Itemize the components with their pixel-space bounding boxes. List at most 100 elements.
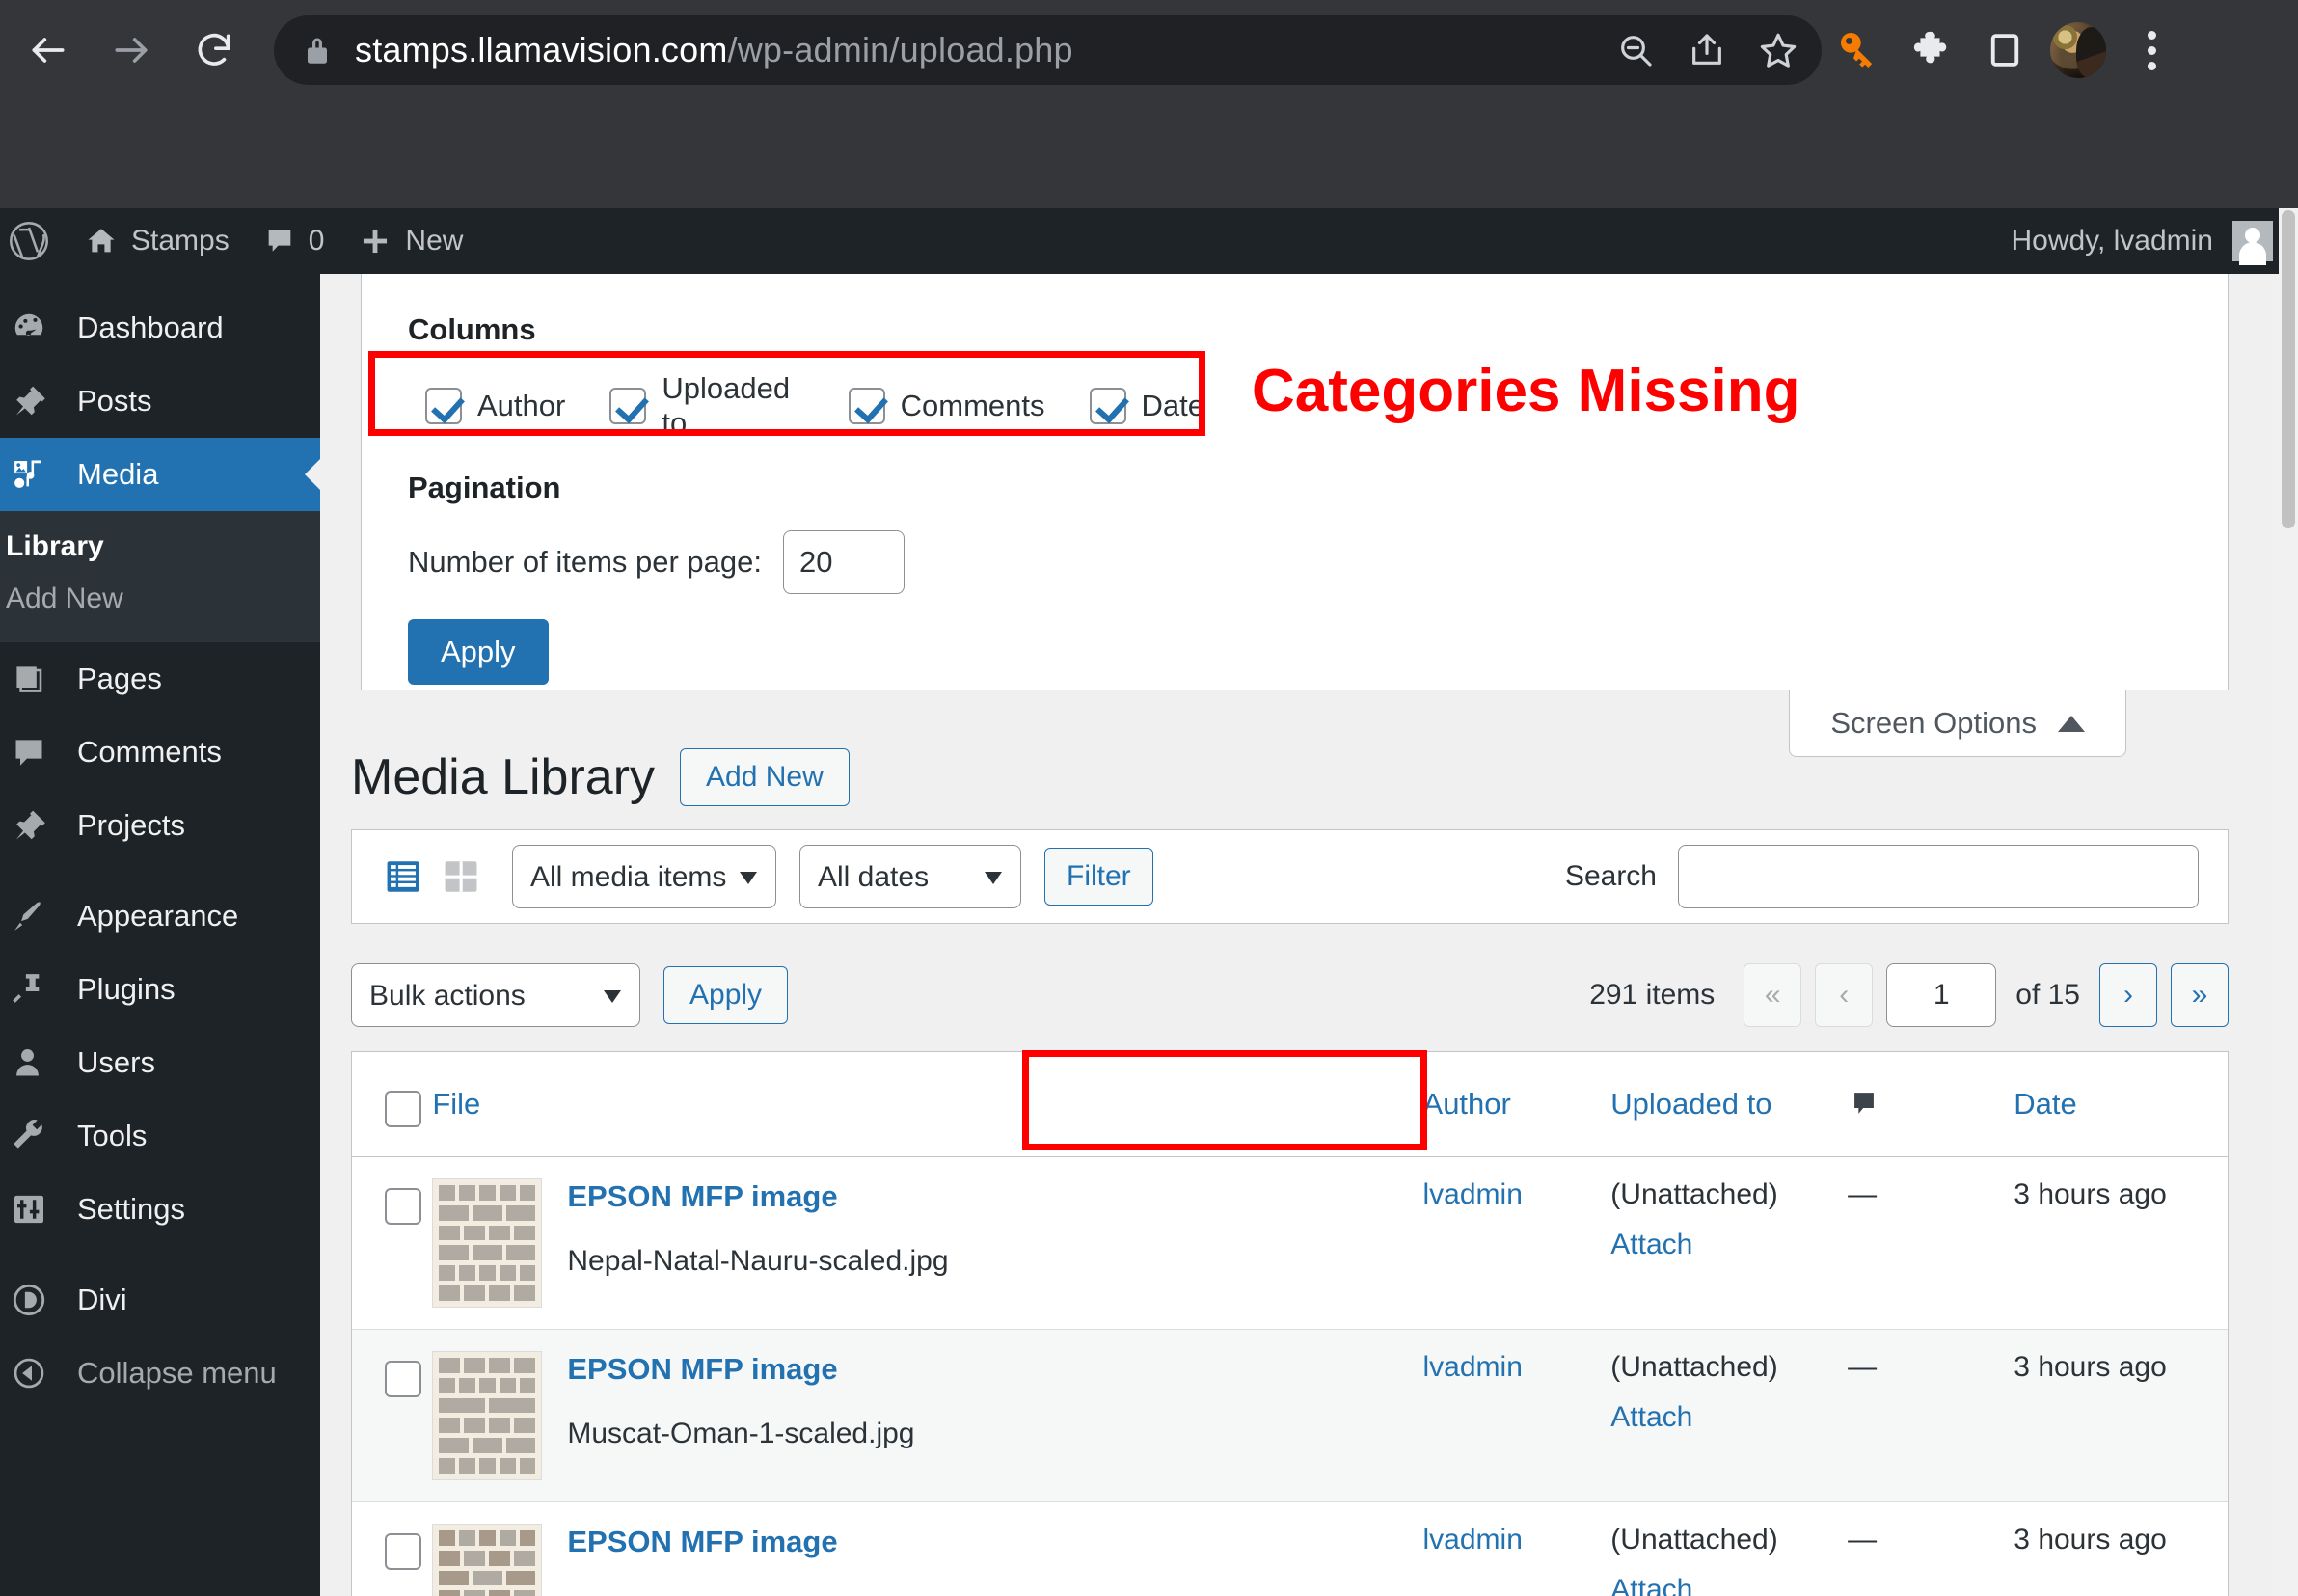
table-row[interactable]: EPSON MFP image Nepal-Natal-Nauru-scaled…: [352, 1156, 2228, 1330]
page-title: Media Library: [351, 749, 656, 805]
sidebar-item-label: Settings: [77, 1192, 186, 1226]
sidebar-item-label: Users: [77, 1045, 155, 1079]
sidebar-item-label: Comments: [77, 735, 222, 769]
lock-icon: [303, 33, 332, 68]
puzzle-icon[interactable]: [1895, 15, 1968, 85]
bulk-apply-button[interactable]: Apply: [663, 966, 789, 1024]
scrollbar-thumb[interactable]: [2282, 210, 2295, 528]
table-row[interactable]: EPSON MFP image Muscat-Oman-1-scaled.jpg…: [352, 1329, 2228, 1502]
star-icon[interactable]: [1743, 15, 1814, 85]
column-toggle-author[interactable]: Author: [425, 388, 565, 424]
screen-options-tab[interactable]: Screen Options: [1789, 690, 2126, 757]
zoom-out-icon[interactable]: [1600, 15, 1671, 85]
add-new-button[interactable]: Add New: [680, 748, 850, 806]
reload-icon[interactable]: [179, 15, 249, 85]
row-checkbox[interactable]: [385, 1361, 421, 1397]
sidebar-item-label: Dashboard: [77, 311, 224, 344]
author-link[interactable]: lvadmin: [1423, 1524, 1523, 1555]
page-icon: [6, 656, 52, 702]
sidebar-item-collapse-menu[interactable]: Collapse menu: [0, 1337, 320, 1410]
column-toggle-comments[interactable]: Comments: [848, 388, 1045, 424]
row-checkbox[interactable]: [385, 1533, 421, 1570]
column-toggle-uploaded-to[interactable]: Uploaded to: [609, 371, 803, 441]
side-panel-icon[interactable]: [1968, 15, 2041, 85]
filter-button[interactable]: Filter: [1044, 848, 1153, 906]
sidebar-item-library[interactable]: Library: [0, 521, 320, 573]
checkbox-uploaded-to[interactable]: [609, 388, 647, 424]
attach-link[interactable]: Attach: [1610, 1229, 1848, 1261]
date-cell: 3 hours ago: [2014, 1501, 2228, 1596]
table-row[interactable]: EPSON MFP image lvadmin (Unattached) Att…: [352, 1501, 2228, 1596]
browser-chrome: stamps.llamavision.com/wp-admin/upload.p…: [0, 0, 2298, 208]
media-thumbnail[interactable]: [432, 1178, 543, 1308]
column-toggle-date[interactable]: Date: [1089, 388, 1204, 424]
next-page-button[interactable]: ›: [2099, 963, 2157, 1027]
collapse-icon: [6, 1350, 52, 1396]
annotation-categories-missing: Categories Missing: [1252, 358, 1800, 424]
column-header-file[interactable]: File: [432, 1052, 1122, 1157]
column-header-date[interactable]: Date: [2014, 1052, 2228, 1157]
sidebar-item-settings[interactable]: Settings: [0, 1173, 320, 1246]
back-arrow-icon[interactable]: [14, 15, 83, 85]
adminbar-new[interactable]: New: [341, 208, 480, 274]
current-page-input[interactable]: [1886, 963, 1997, 1027]
sidebar-item-appearance[interactable]: Appearance: [0, 879, 320, 953]
profile-avatar[interactable]: [2041, 15, 2115, 85]
row-select-cell: [352, 1329, 433, 1502]
wordpress-logo-icon[interactable]: [0, 208, 68, 274]
avatar[interactable]: [2232, 221, 2273, 261]
date-filter[interactable]: All dates: [799, 845, 1021, 908]
author-link[interactable]: lvadmin: [1423, 1178, 1523, 1210]
last-page-button[interactable]: »: [2171, 963, 2229, 1027]
three-dot-menu-icon[interactable]: [2115, 15, 2188, 85]
checkbox-author[interactable]: [425, 388, 462, 424]
media-thumbnail[interactable]: [432, 1524, 543, 1596]
row-checkbox[interactable]: [385, 1188, 421, 1225]
grid-view-icon[interactable]: [439, 854, 483, 899]
adminbar-comments[interactable]: 0: [247, 208, 342, 274]
sidebar-item-media[interactable]: Media: [0, 438, 320, 511]
address-bar[interactable]: stamps.llamavision.com/wp-admin/upload.p…: [274, 15, 1822, 85]
media-type-filter[interactable]: All media items: [512, 845, 776, 908]
key-icon[interactable]: [1822, 15, 1895, 85]
per-page-input[interactable]: [783, 530, 906, 594]
column-header-author[interactable]: Author: [1422, 1052, 1611, 1157]
sidebar-item-add-new[interactable]: Add New: [0, 573, 320, 625]
select-all-checkbox[interactable]: [385, 1091, 421, 1127]
date-cell: 3 hours ago: [2014, 1156, 2228, 1330]
column-header-uploaded-to[interactable]: Uploaded to: [1610, 1052, 1849, 1157]
media-title[interactable]: EPSON MFP image: [567, 1524, 837, 1561]
dashboard-icon: [6, 305, 52, 351]
column-header-comments[interactable]: [1848, 1052, 2014, 1157]
adminbar-site-name[interactable]: Stamps: [68, 208, 247, 274]
sidebar-item-comments[interactable]: Comments: [0, 716, 320, 789]
media-title[interactable]: EPSON MFP image: [567, 1178, 948, 1216]
sidebar-item-projects[interactable]: Projects: [0, 789, 320, 862]
share-icon[interactable]: [1671, 15, 1743, 85]
sidebar-item-divi[interactable]: Divi: [0, 1263, 320, 1337]
bulk-actions-select[interactable]: Bulk actions: [351, 963, 640, 1027]
menu-spacer: [0, 1246, 320, 1263]
sidebar-item-users[interactable]: Users: [0, 1026, 320, 1099]
date-cell: 3 hours ago: [2014, 1329, 2228, 1502]
forward-arrow-icon[interactable]: [96, 15, 166, 85]
list-view-icon[interactable]: [381, 854, 425, 899]
view-mode-switch: [381, 854, 483, 899]
checkbox-comments[interactable]: [848, 388, 885, 424]
sidebar-item-tools[interactable]: Tools: [0, 1099, 320, 1173]
attach-link[interactable]: Attach: [1610, 1401, 1848, 1434]
media-title[interactable]: EPSON MFP image: [567, 1351, 914, 1389]
search-input[interactable]: [1678, 845, 2199, 908]
sidebar-item-dashboard[interactable]: Dashboard: [0, 291, 320, 365]
checkbox-date[interactable]: [1089, 388, 1126, 424]
first-page-button: «: [1744, 963, 1802, 1027]
howdy-greeting[interactable]: Howdy, lvadmin: [2011, 225, 2213, 257]
media-thumbnail[interactable]: [432, 1351, 543, 1480]
author-link[interactable]: lvadmin: [1423, 1351, 1523, 1383]
sidebar-item-posts[interactable]: Posts: [0, 365, 320, 438]
attach-link[interactable]: Attach: [1610, 1574, 1848, 1596]
screen-options-apply-button[interactable]: Apply: [408, 619, 549, 685]
page-scrollbar[interactable]: [2279, 208, 2298, 1596]
sidebar-item-plugins[interactable]: Plugins: [0, 953, 320, 1026]
sidebar-item-pages[interactable]: Pages: [0, 642, 320, 716]
